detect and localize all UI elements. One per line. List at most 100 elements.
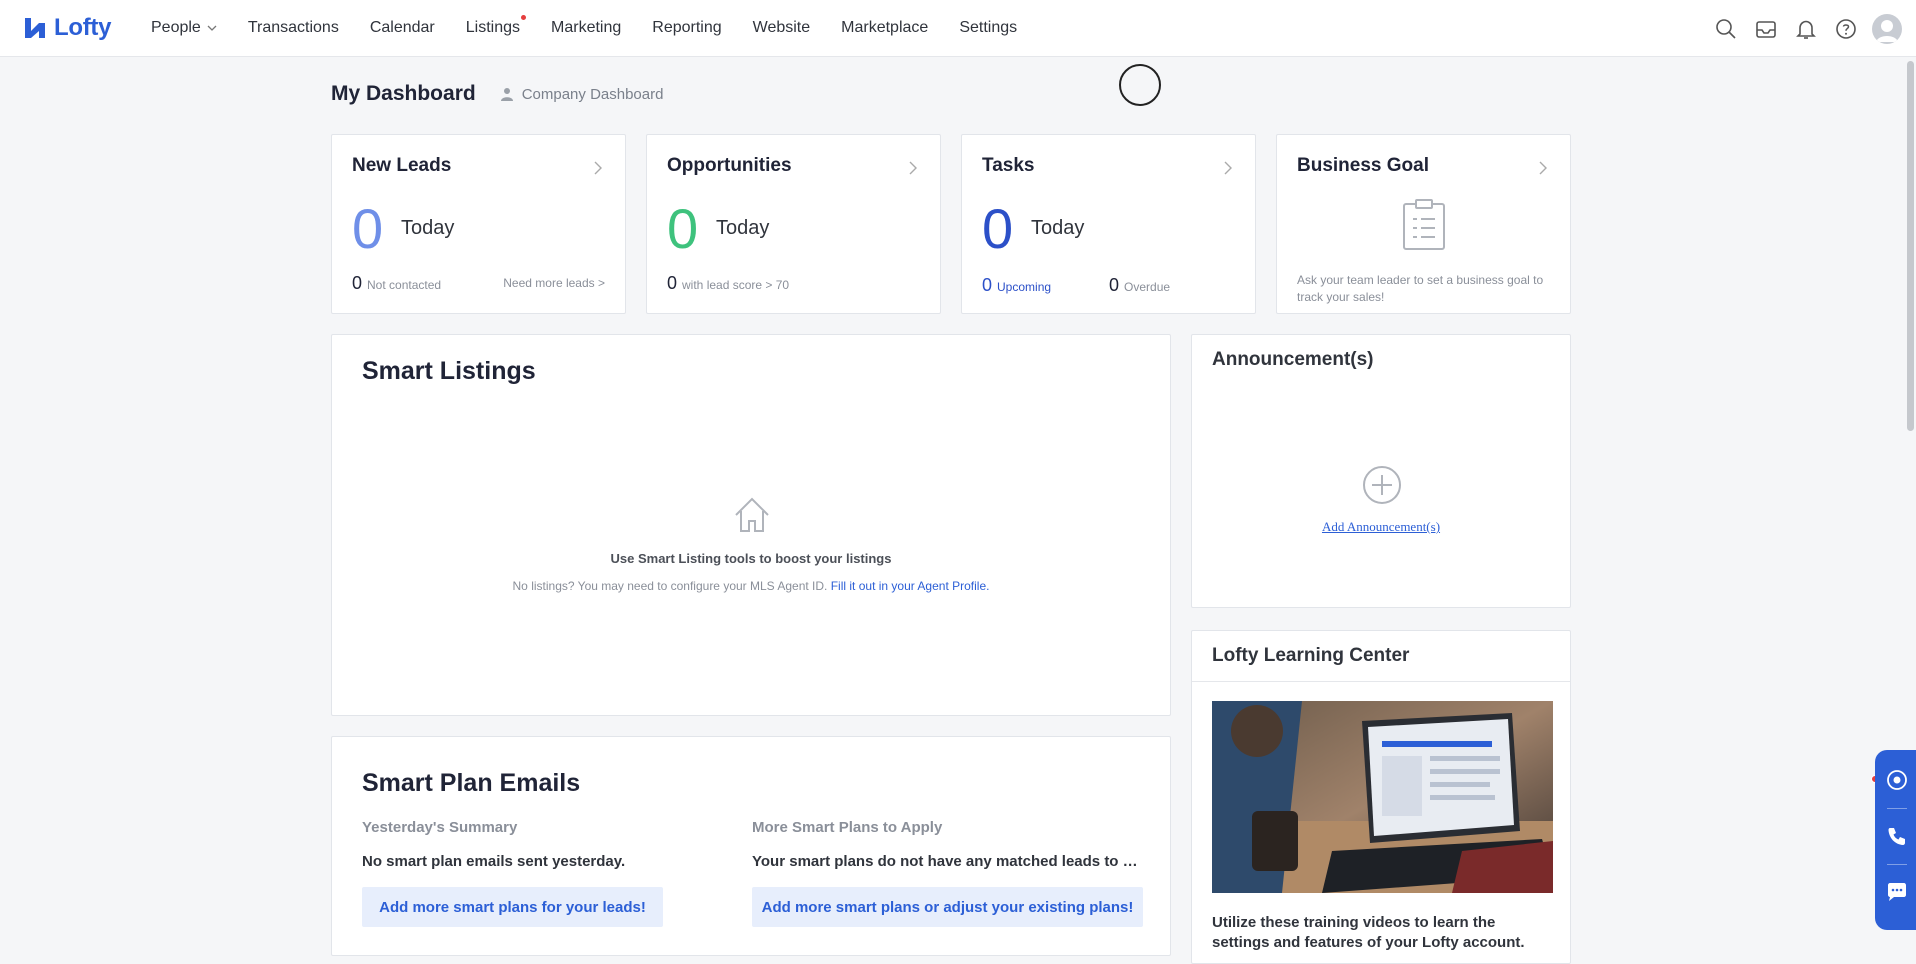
period-label: Today	[716, 217, 770, 239]
lofty-logo[interactable]: Lofty	[22, 14, 127, 42]
yesterday-summary-text: No smart plan emails sent yesterday.	[362, 853, 626, 870]
floating-action-bar	[1875, 750, 1916, 930]
not-contacted-stat: 0 Not contacted	[352, 273, 441, 294]
chevron-right-icon[interactable]	[1538, 161, 1548, 175]
add-circle-icon[interactable]	[1362, 465, 1402, 505]
cursor-indicator	[1119, 64, 1161, 106]
house-icon	[735, 497, 769, 532]
divider	[1887, 864, 1907, 865]
not-contacted-count: 0	[352, 273, 363, 293]
business-goal-text: Ask your team leader to set a business g…	[1297, 273, 1544, 304]
nav-label: Settings	[959, 19, 1018, 36]
overdue-stat[interactable]: 0 Overdue	[1109, 275, 1170, 296]
nav-calendar[interactable]: Calendar	[370, 19, 435, 37]
more-smart-plans-title: More Smart Plans to Apply	[752, 819, 943, 836]
company-dashboard-link[interactable]: Company Dashboard	[500, 85, 664, 103]
period-label: Today	[1031, 217, 1085, 239]
phone-icon[interactable]	[1885, 824, 1909, 848]
overdue-label: Overdue	[1124, 280, 1171, 294]
nav-website[interactable]: Website	[753, 19, 811, 37]
chevron-right-icon[interactable]	[593, 161, 603, 175]
upcoming-label: Upcoming	[997, 280, 1052, 294]
chevron-right-icon[interactable]	[1223, 161, 1233, 175]
nav-marketplace[interactable]: Marketplace	[841, 19, 928, 37]
brand-name: Lofty	[54, 14, 112, 41]
help-icon[interactable]	[1834, 17, 1858, 41]
business-goal-card[interactable]: Business Goal Ask your team leader to se…	[1276, 134, 1571, 314]
upcoming-count: 0	[982, 275, 993, 295]
nav-label: Marketing	[551, 19, 622, 36]
nav-listings[interactable]: Listings	[465, 15, 527, 37]
card-title: Business Goal	[1297, 155, 1429, 176]
nav-label: Website	[752, 19, 811, 36]
empty-title: Use Smart Listing tools to boost your li…	[610, 551, 892, 566]
training-video-thumbnail[interactable]	[1212, 701, 1553, 893]
section-title: Lofty Learning Center	[1212, 645, 1410, 666]
company-dashboard-label: Company Dashboard	[521, 85, 664, 103]
nav-label: Calendar	[369, 19, 435, 36]
lead-score-stat: 0 with lead score > 70	[667, 273, 789, 294]
tasks-card[interactable]: Tasks 0 Today 0 Upcoming 0 Overdue	[961, 134, 1256, 314]
empty-message: No listings? You may need to configure y…	[332, 579, 1170, 593]
chevron-down-icon	[207, 25, 217, 31]
add-announcement-link[interactable]: Add Announcement(s)	[1192, 519, 1570, 535]
clipboard-icon	[1403, 199, 1445, 250]
nav-marketing[interactable]: Marketing	[551, 19, 621, 37]
yesterday-summary-title: Yesterday's Summary	[362, 819, 518, 836]
user-icon	[500, 88, 513, 101]
smart-plan-emails-card: Smart Plan Emails Yesterday's Summary No…	[331, 736, 1171, 956]
nav-people[interactable]: People	[151, 19, 217, 37]
chevron-right-icon[interactable]	[908, 161, 918, 175]
avatar[interactable]	[1872, 14, 1902, 44]
inbox-icon[interactable]	[1754, 17, 1778, 41]
nav-label: Listings	[465, 19, 521, 36]
add-smart-plans-button[interactable]: Add more smart plans for your leads!	[362, 887, 663, 927]
notification-dot	[521, 15, 527, 20]
card-title: Opportunities	[667, 155, 792, 176]
overdue-count: 0	[1109, 275, 1120, 295]
adjust-smart-plans-button[interactable]: Add more smart plans or adjust your exis…	[752, 887, 1143, 927]
assistant-icon[interactable]	[1885, 768, 1909, 792]
nav-transactions[interactable]: Transactions	[248, 19, 339, 37]
section-title: Announcement(s)	[1212, 349, 1374, 370]
page-title: My Dashboard	[331, 82, 476, 105]
nav-label: Transactions	[247, 19, 339, 36]
new-leads-card[interactable]: New Leads 0 Today 0 Not contacted Need m…	[331, 134, 626, 314]
divider	[1887, 808, 1907, 809]
divider	[1192, 681, 1570, 682]
bell-icon[interactable]	[1794, 17, 1818, 41]
lead-score-label: with lead score > 70	[682, 278, 790, 292]
nav-actions	[1698, 14, 1902, 44]
scrollbar-thumb[interactable]	[1907, 61, 1914, 431]
not-contacted-label: Not contacted	[367, 278, 442, 292]
smart-listings-card: Smart Listings Use Smart Listing tools t…	[331, 334, 1171, 716]
opportunities-count: 0	[667, 197, 699, 260]
search-icon[interactable]	[1714, 17, 1738, 41]
announcements-card: Announcement(s) Add Announcement(s)	[1191, 334, 1571, 608]
learning-center-card: Lofty Learning Center Utilize these trai…	[1191, 630, 1571, 964]
period-label: Today	[401, 217, 455, 239]
lofty-logo-icon	[25, 18, 45, 38]
main-nav: People Transactions Calendar Listings Ma…	[151, 15, 1048, 37]
agent-profile-link[interactable]: Fill it out in your Agent Profile.	[831, 579, 990, 593]
dashboard-header: My Dashboard Company Dashboard	[331, 82, 663, 106]
need-more-leads-link[interactable]: Need more leads >	[503, 276, 605, 290]
learning-center-text: Utilize these training videos to learn t…	[1212, 914, 1525, 951]
empty-text: No listings? You may need to configure y…	[512, 579, 828, 593]
lead-score-count: 0	[667, 273, 678, 293]
nav-label: Marketplace	[841, 19, 929, 36]
opportunities-card[interactable]: Opportunities 0 Today 0 with lead score …	[646, 134, 941, 314]
top-navbar: Lofty People Transactions Calendar Listi…	[0, 0, 1916, 57]
tasks-count: 0	[982, 197, 1014, 260]
new-leads-count: 0	[352, 197, 384, 260]
nav-settings[interactable]: Settings	[959, 19, 1017, 37]
nav-reporting[interactable]: Reporting	[652, 19, 721, 37]
upcoming-stat[interactable]: 0 Upcoming	[982, 275, 1051, 296]
section-title: Smart Listings	[362, 357, 536, 385]
section-title: Smart Plan Emails	[362, 769, 581, 797]
more-smart-plans-text: Your smart plans do not have any matched…	[752, 853, 1142, 870]
card-title: Tasks	[982, 155, 1035, 176]
nav-label: People	[151, 19, 201, 36]
card-title: New Leads	[352, 155, 452, 176]
chat-icon[interactable]	[1885, 880, 1909, 904]
